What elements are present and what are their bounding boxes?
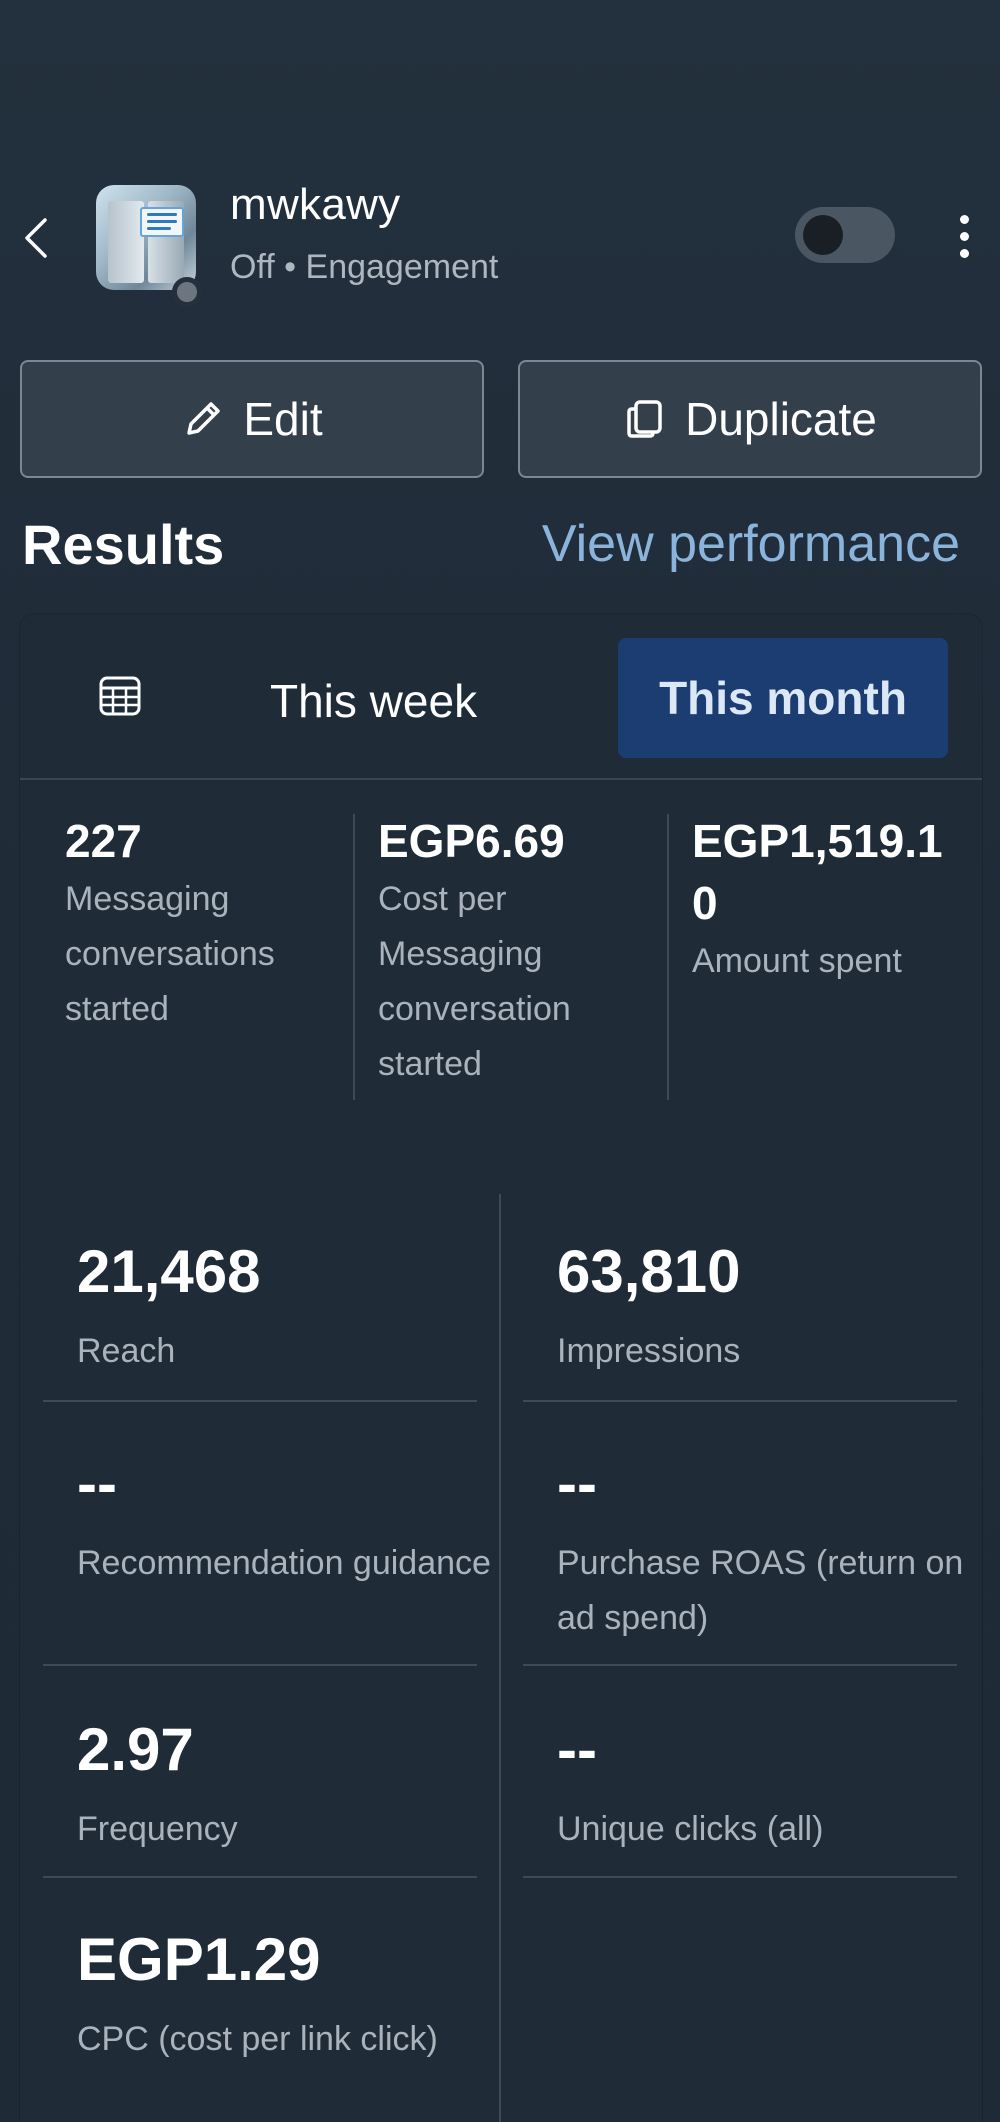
divider: [353, 814, 355, 1100]
metric-amount-spent: EGP1,519.10 Amount spent: [692, 810, 962, 989]
metric-label: Cost per Messaging conversation started: [378, 880, 571, 1083]
metric-value: EGP6.69: [378, 815, 565, 867]
status-dot: [172, 277, 202, 307]
metric-recommendation-guidance: -- Recommendation guidance: [77, 1444, 509, 1591]
divider: [43, 1876, 477, 1878]
metric-unique-clicks: -- Unique clicks (all): [557, 1710, 989, 1857]
metrics-grid: 21,468 Reach 63,810 Impressions -- Recom…: [20, 1114, 982, 2122]
metric-label: Frequency: [77, 1810, 238, 1848]
dot-icon: [959, 248, 969, 258]
metric-label: Reach: [77, 1332, 176, 1370]
metric-value: --: [77, 1450, 117, 1517]
metric-purchase-roas: -- Purchase ROAS (return on ad spend): [557, 1444, 989, 1646]
calendar-grid-icon: [99, 676, 141, 716]
metric-reach: 21,468 Reach: [77, 1232, 509, 1379]
metric-impressions: 63,810 Impressions: [557, 1232, 989, 1379]
metric-label: Impressions: [557, 1332, 741, 1370]
divider: [43, 1400, 477, 1402]
metric-value: 227: [65, 815, 142, 867]
metric-messaging-conversations: 227 Messaging conversations started: [65, 810, 365, 1037]
metric-cost-per-conversation: EGP6.69 Cost per Messaging conversation …: [378, 810, 678, 1092]
edit-label: Edit: [243, 393, 323, 445]
metric-value: EGP1.29: [77, 1926, 321, 1993]
results-heading: Results: [22, 513, 225, 576]
tab-this-week[interactable]: This week: [270, 674, 477, 728]
campaign-avatar[interactable]: [96, 185, 206, 307]
campaign-title: mwkawy: [230, 180, 401, 229]
divider: [523, 1664, 957, 1666]
metric-label: Messaging conversations started: [65, 880, 275, 1028]
divider: [523, 1876, 957, 1878]
metric-frequency: 2.97 Frequency: [77, 1710, 509, 1857]
metric-value: EGP1,519.10: [692, 815, 943, 929]
duplicate-button[interactable]: Duplicate: [518, 360, 982, 478]
dot-icon: [959, 231, 969, 241]
custom-date-button[interactable]: [90, 666, 150, 726]
divider: [667, 814, 669, 1100]
duplicate-label: Duplicate: [685, 393, 877, 445]
metric-value: --: [557, 1450, 597, 1517]
metric-label: Unique clicks (all): [557, 1810, 824, 1848]
results-card: This week This month 227 Messaging conve…: [20, 614, 982, 2122]
metric-value: 2.97: [77, 1716, 194, 1783]
metric-value: 21,468: [77, 1238, 261, 1305]
copy-icon: [627, 400, 662, 438]
dot-icon: [959, 214, 969, 224]
divider: [43, 1664, 477, 1666]
date-range-tabs: This week This month: [20, 614, 982, 780]
campaign-subtitle: Off • Engagement: [230, 248, 499, 286]
metric-label: Amount spent: [692, 942, 902, 980]
back-button[interactable]: [14, 208, 58, 268]
more-options-button[interactable]: [944, 206, 984, 266]
ad-thumbnail: [96, 185, 196, 290]
divider: [523, 1400, 957, 1402]
pencil-icon: [187, 402, 221, 435]
tab-this-month[interactable]: This month: [618, 638, 948, 758]
metric-label: CPC (cost per link click): [77, 2020, 438, 2058]
metric-label: Purchase ROAS (return on ad spend): [557, 1544, 964, 1637]
metric-cpc: EGP1.29 CPC (cost per link click): [77, 1920, 509, 2067]
edit-button[interactable]: Edit: [20, 360, 484, 478]
view-performance-link[interactable]: View performance: [542, 514, 960, 574]
metric-label: Recommendation guidance: [77, 1544, 491, 1582]
key-metrics: 227 Messaging conversations started EGP6…: [20, 780, 982, 1120]
toggle-knob: [803, 215, 843, 255]
chevron-left-icon: [25, 218, 47, 258]
campaign-header: mwkawy Off • Engagement: [0, 170, 1000, 310]
metric-value: --: [557, 1716, 597, 1783]
metric-value: 63,810: [557, 1238, 741, 1305]
campaign-toggle[interactable]: [795, 207, 895, 263]
